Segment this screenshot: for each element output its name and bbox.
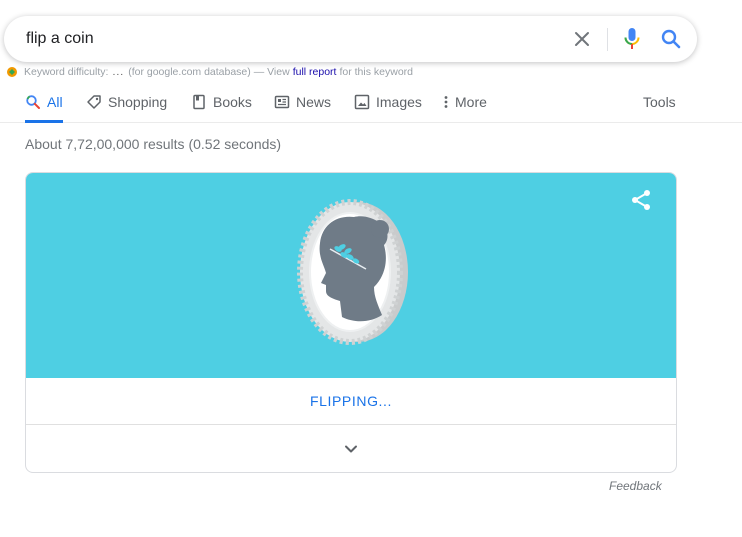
coin-flip-hero[interactable] bbox=[26, 173, 676, 378]
tab-all-label: All bbox=[47, 94, 63, 110]
tab-images[interactable]: Images bbox=[354, 82, 422, 122]
search-button[interactable] bbox=[659, 27, 683, 51]
tab-more[interactable]: More bbox=[441, 82, 487, 122]
tab-images-label: Images bbox=[376, 94, 422, 110]
tab-shopping-label: Shopping bbox=[108, 94, 168, 110]
book-icon bbox=[193, 94, 205, 110]
news-icon bbox=[274, 95, 290, 109]
search-tabs: All Shopping Books News Images More Tool… bbox=[0, 82, 742, 123]
coin-flip-status: FLIPPING... bbox=[26, 378, 676, 425]
tag-icon bbox=[87, 95, 101, 109]
image-icon bbox=[354, 94, 370, 110]
tab-books-label: Books bbox=[213, 94, 252, 110]
keyword-database-text: (for google.com database) — View bbox=[128, 66, 290, 78]
voice-search-button[interactable] bbox=[620, 26, 644, 52]
more-vert-icon bbox=[444, 96, 448, 108]
tab-more-label: More bbox=[455, 94, 487, 110]
feedback-link[interactable]: Feedback bbox=[609, 479, 662, 493]
tab-all[interactable]: All bbox=[25, 82, 63, 123]
result-stats: About 7,72,00,000 results (0.52 seconds) bbox=[25, 136, 282, 152]
search-input[interactable] bbox=[26, 16, 546, 62]
seo-extension-icon bbox=[7, 67, 17, 77]
tab-shopping[interactable]: Shopping bbox=[86, 82, 167, 122]
tab-books[interactable]: Books bbox=[191, 82, 252, 122]
tools-button[interactable]: Tools bbox=[643, 82, 676, 122]
full-report-link[interactable]: full report bbox=[293, 66, 337, 78]
chevron-down-icon bbox=[345, 445, 357, 453]
keyword-difficulty-value: ... bbox=[112, 66, 125, 78]
share-icon bbox=[632, 190, 650, 210]
coin-image[interactable] bbox=[296, 199, 412, 345]
expand-button[interactable] bbox=[26, 425, 676, 472]
tab-news[interactable]: News bbox=[274, 82, 331, 122]
search-icon bbox=[26, 95, 40, 109]
search-icon bbox=[661, 29, 681, 49]
keyword-suffix-text: for this keyword bbox=[339, 66, 413, 78]
search-divider bbox=[607, 28, 608, 51]
close-icon bbox=[575, 32, 589, 46]
share-button[interactable] bbox=[629, 188, 653, 212]
keyword-difficulty-label: Keyword difficulty: bbox=[24, 66, 109, 78]
tab-news-label: News bbox=[296, 94, 332, 110]
keyword-difficulty-bar: Keyword difficulty: ... (for google.com … bbox=[6, 65, 413, 79]
clear-search-button[interactable] bbox=[570, 27, 594, 51]
search-box[interactable] bbox=[4, 16, 697, 62]
coin-flip-card: FLIPPING... bbox=[25, 172, 677, 473]
microphone-icon bbox=[624, 28, 640, 49]
